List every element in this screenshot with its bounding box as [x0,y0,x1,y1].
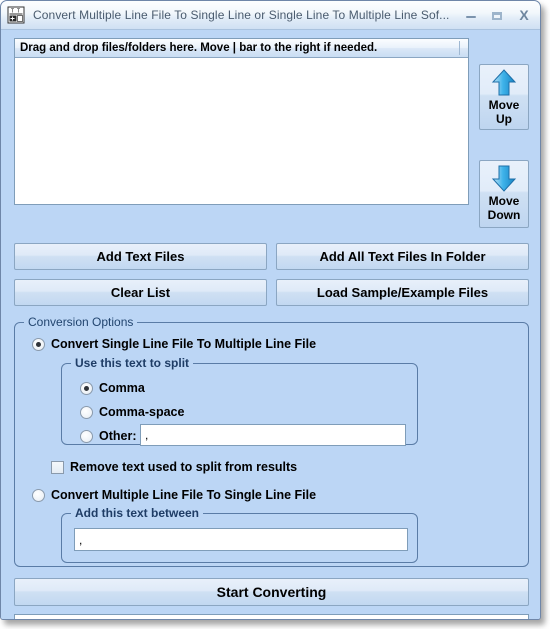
progress-bar: Progress Bar [14,614,529,620]
radio-comma-space[interactable]: Comma-space [80,405,184,419]
checkbox-remove-split-text[interactable]: Remove text used to split from results [51,460,297,474]
split-text-group: Use this text to split Comma Comma-space… [61,356,418,446]
between-text-input[interactable]: , [74,528,408,551]
other-split-text-input[interactable]: , [140,424,406,446]
progress-bar-label: Progress Bar [21,619,100,620]
add-all-text-files-in-folder-button[interactable]: Add All Text Files In Folder [276,243,529,270]
title-bar[interactable]: T T Convert Multiple Line File To Single… [1,1,540,30]
radio-label-comma: Comma [99,381,145,395]
file-list[interactable]: Drag and drop files/folders here. Move |… [14,38,469,205]
move-up-label-line2: Up [496,112,512,126]
radio-indicator-comma[interactable] [80,381,93,395]
move-down-button[interactable]: Move Down [479,160,529,228]
window-title: Convert Multiple Line File To Single Lin… [33,8,450,22]
arrow-down-icon [491,165,517,192]
radio-label-multiple-to-single: Convert Multiple Line File To Single Lin… [51,488,317,502]
radio-label-comma-space: Comma-space [99,405,185,419]
client-area: Drag and drop files/folders here. Move |… [1,30,540,620]
radio-label-other: Other: [99,429,137,443]
close-icon[interactable]: X [517,8,531,22]
radio-comma[interactable]: Comma [80,381,145,395]
file-list-body[interactable] [15,58,468,204]
clear-list-button[interactable]: Clear List [14,279,267,306]
checkbox-label-remove-split-text: Remove text used to split from results [70,460,298,474]
move-up-button[interactable]: Move Up [479,64,529,130]
start-converting-button[interactable]: Start Converting [14,578,529,606]
radio-other[interactable]: Other: [80,429,137,443]
checkbox-indicator-remove-split-text[interactable] [51,460,64,474]
between-text-group: Add this text between , [61,506,418,563]
radio-indicator-multiple-to-single[interactable] [32,488,45,502]
split-text-group-title: Use this text to split [71,356,194,370]
move-up-label-line1: Move [488,98,520,112]
app-icon: T T [7,6,25,24]
radio-indicator-single-to-multiple[interactable] [32,337,45,351]
move-down-label-line1: Move [488,194,520,208]
conversion-options-title: Conversion Options [24,315,138,329]
between-text-group-title: Add this text between [71,506,204,520]
window-controls: X [465,8,531,22]
maximize-icon[interactable] [491,9,504,22]
radio-indicator-other[interactable] [80,429,93,443]
load-sample-example-files-button[interactable]: Load Sample/Example Files [276,279,529,306]
file-list-header[interactable]: Drag and drop files/folders here. Move |… [15,39,468,58]
minimize-icon[interactable] [465,9,478,22]
arrow-up-icon [491,69,517,96]
application-window: T T Convert Multiple Line File To Single… [0,0,541,620]
conversion-options-group: Conversion Options Convert Single Line F… [14,315,529,567]
radio-label-single-to-multiple: Convert Single Line File To Multiple Lin… [51,337,317,351]
column-divider-handle[interactable] [459,41,460,55]
radio-indicator-comma-space[interactable] [80,405,93,419]
add-text-files-button[interactable]: Add Text Files [14,243,267,270]
radio-convert-multiple-to-single[interactable]: Convert Multiple Line File To Single Lin… [32,488,316,502]
radio-convert-single-to-multiple[interactable]: Convert Single Line File To Multiple Lin… [32,337,316,351]
file-list-header-label: Drag and drop files/folders here. Move |… [20,42,378,54]
move-down-label-line2: Down [487,208,521,222]
